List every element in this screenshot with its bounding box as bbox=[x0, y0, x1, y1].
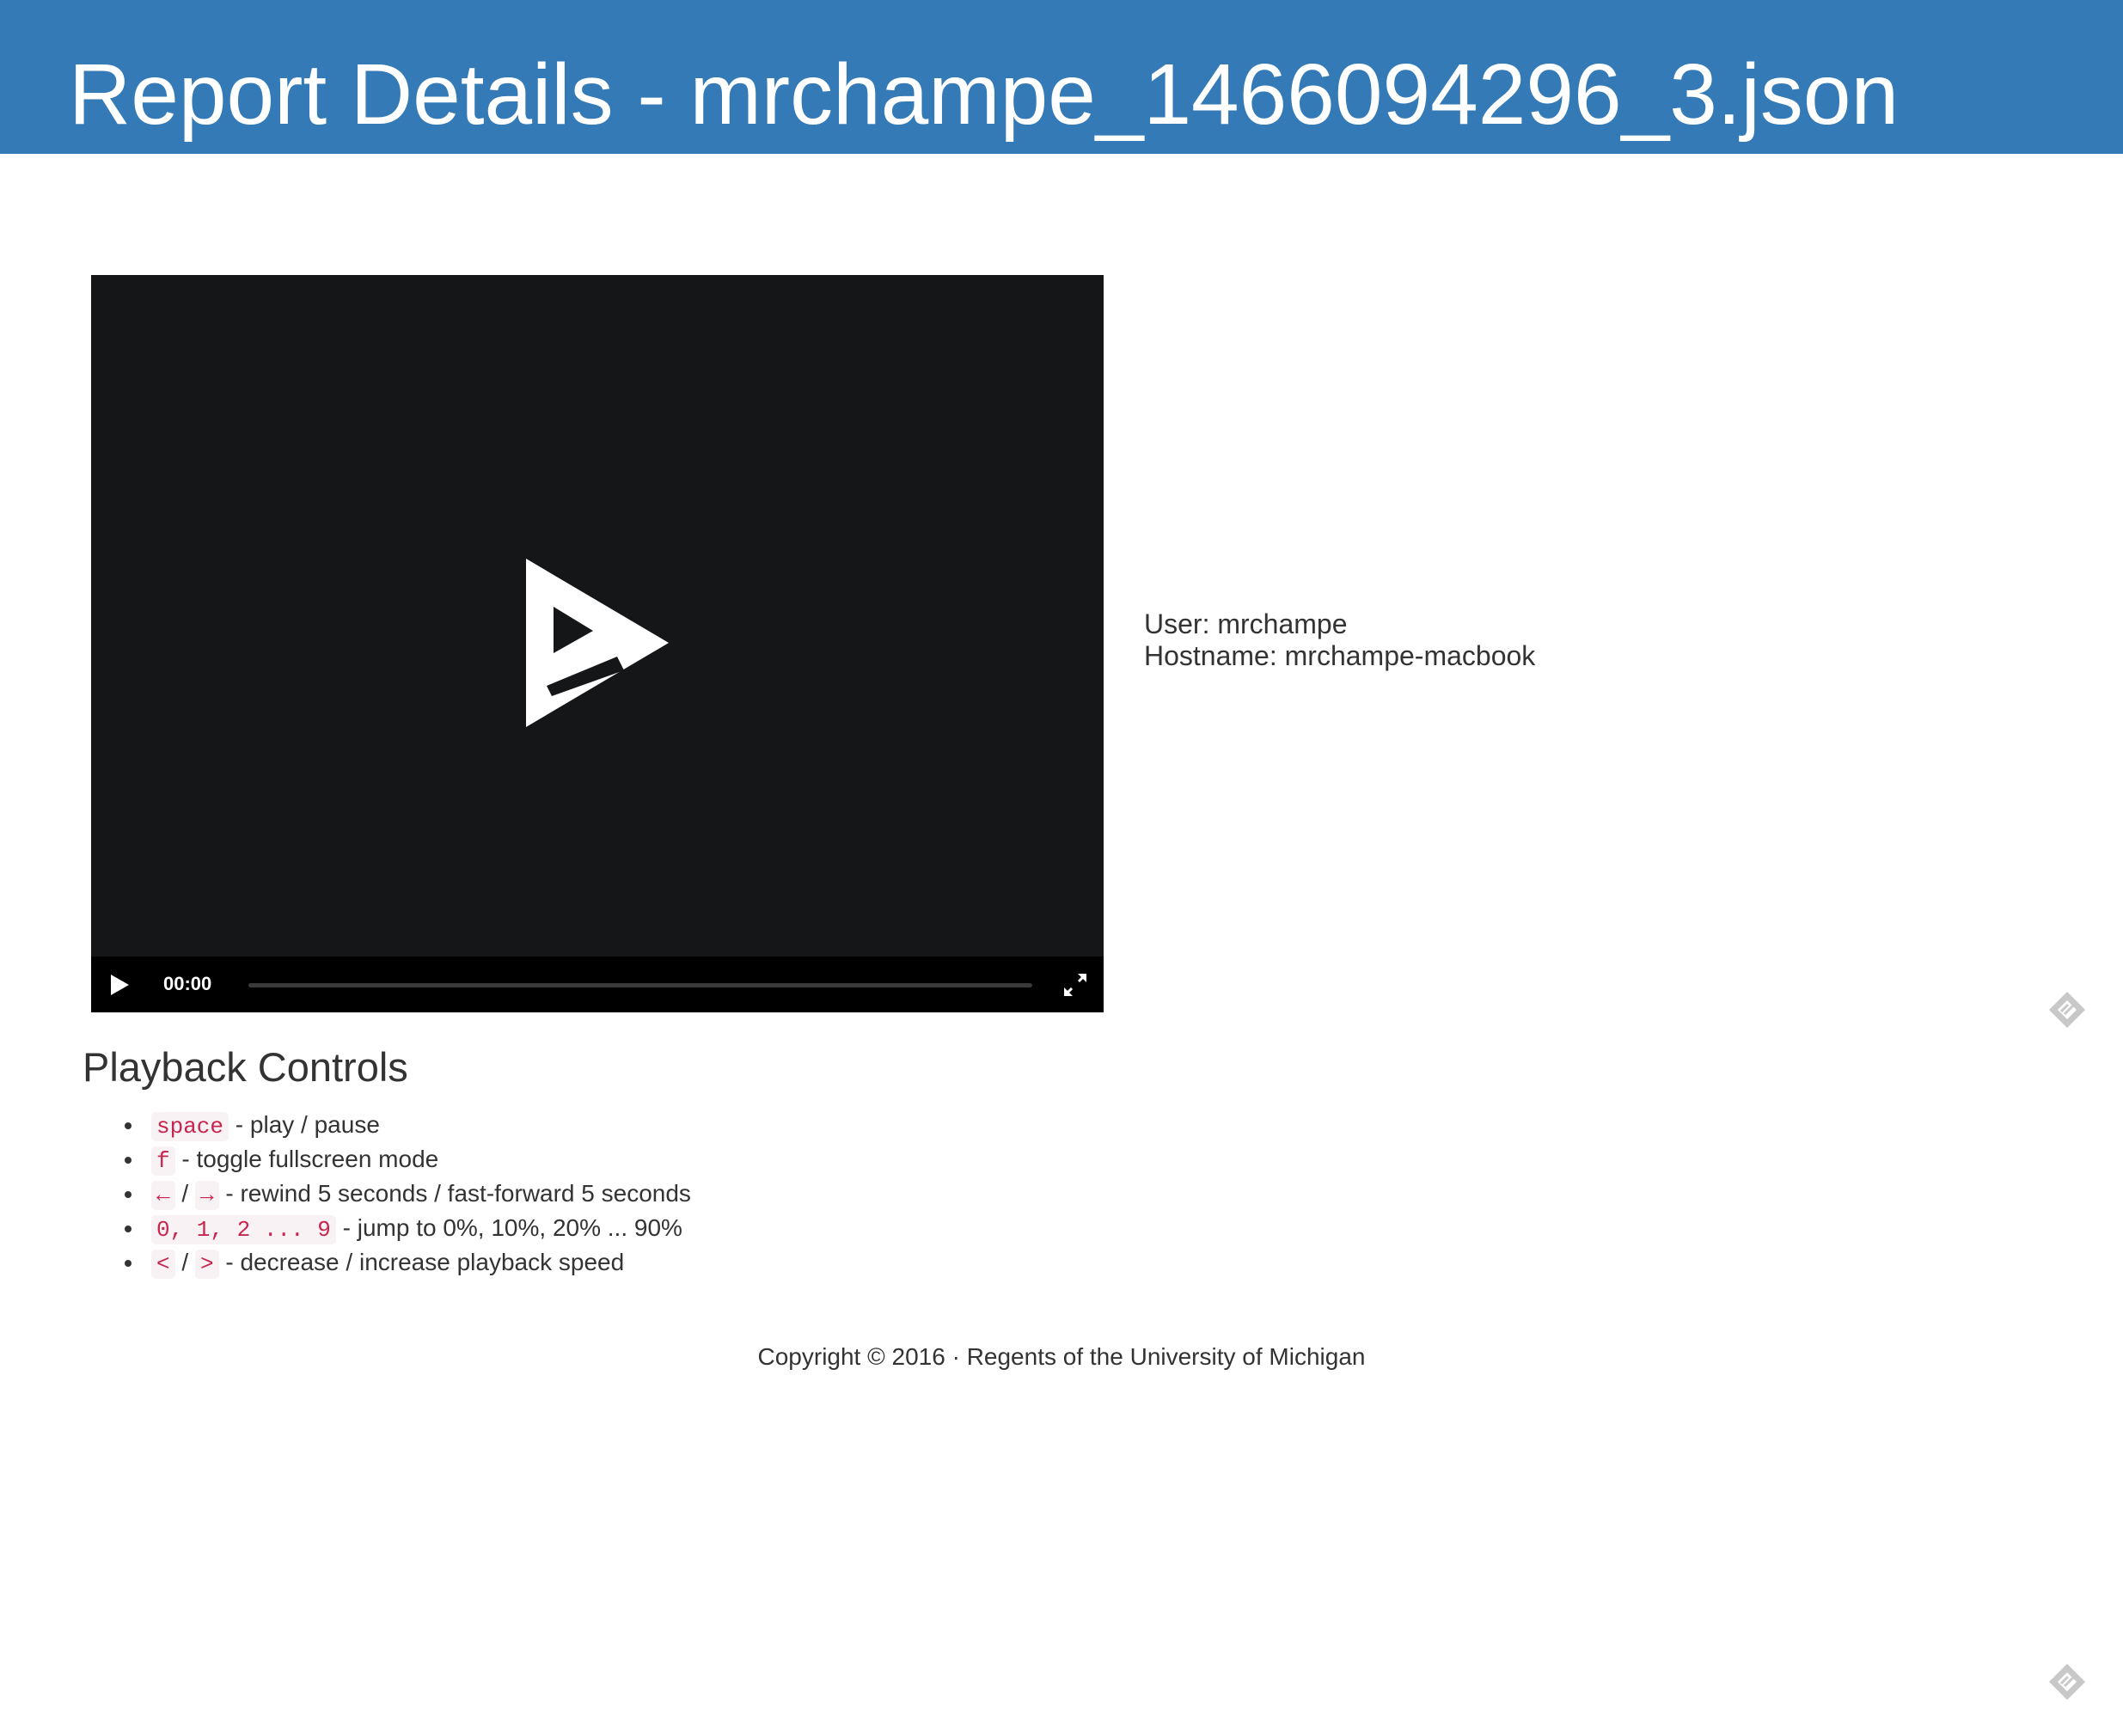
list-item: space - play / pause bbox=[103, 1108, 691, 1142]
key-code: → bbox=[194, 1181, 219, 1210]
list-item: ← / → - rewind 5 seconds / fast-forward … bbox=[103, 1177, 691, 1211]
hostname-info: Hostname: mrchampe-macbook bbox=[1144, 640, 1536, 671]
asciinema-play-logo-icon[interactable] bbox=[516, 557, 670, 729]
progress-bar[interactable] bbox=[248, 983, 1032, 987]
playback-controls-heading: Playback Controls bbox=[83, 1044, 408, 1090]
key-separator: / bbox=[174, 1249, 195, 1275]
page-header: Report Details - mrchampe_1466094296_3.j… bbox=[0, 0, 2123, 154]
play-icon[interactable] bbox=[108, 974, 131, 996]
key-description: - toggle fullscreen mode bbox=[174, 1146, 439, 1172]
page-title: Report Details - mrchampe_1466094296_3.j… bbox=[69, 46, 1900, 143]
list-item: f - toggle fullscreen mode bbox=[103, 1142, 691, 1177]
key-code: space bbox=[151, 1112, 229, 1141]
feedly-icon[interactable] bbox=[2046, 1660, 2089, 1703]
key-code: f bbox=[151, 1146, 175, 1176]
user-info: User: mrchampe bbox=[1144, 608, 1348, 639]
page: Report Details - mrchampe_1466094296_3.j… bbox=[0, 0, 2123, 1736]
key-code: < bbox=[151, 1250, 175, 1279]
player-control-bar: 00:00 bbox=[91, 957, 1104, 1012]
key-code: 0, 1, 2 ... 9 bbox=[151, 1215, 336, 1244]
key-description: - decrease / increase playback speed bbox=[218, 1249, 625, 1275]
key-code: > bbox=[194, 1250, 219, 1279]
key-separator: / bbox=[174, 1180, 195, 1207]
list-item: < / > - decrease / increase playback spe… bbox=[103, 1245, 691, 1280]
key-description: - jump to 0%, 10%, 20% ... 90% bbox=[335, 1214, 682, 1241]
playback-controls-list: space - play / pause f - toggle fullscre… bbox=[103, 1108, 691, 1280]
footer-copyright: Copyright © 2016 · Regents of the Univer… bbox=[757, 1343, 1366, 1370]
recording-info: User: mrchampe Hostname: mrchampe-macboo… bbox=[1144, 608, 1535, 672]
feedly-icon[interactable] bbox=[2046, 988, 2089, 1031]
time-display: 00:00 bbox=[163, 973, 212, 994]
fullscreen-icon[interactable] bbox=[1062, 972, 1088, 998]
list-item: 0, 1, 2 ... 9 - jump to 0%, 10%, 20% ...… bbox=[103, 1211, 691, 1245]
key-description: - play / pause bbox=[229, 1111, 380, 1138]
key-code: ← bbox=[151, 1181, 175, 1210]
key-description: - rewind 5 seconds / fast-forward 5 seco… bbox=[218, 1180, 691, 1207]
